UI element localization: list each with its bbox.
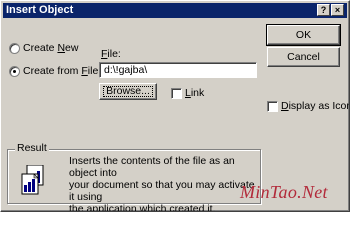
create-from-file-label[interactable]: Create from File — [23, 65, 98, 77]
ok-button[interactable]: OK — [266, 24, 341, 46]
create-from-file-radio[interactable] — [9, 66, 20, 77]
create-new-label[interactable]: Create New — [23, 42, 78, 54]
cancel-button[interactable]: Cancel — [267, 47, 340, 67]
result-group-title: Result — [15, 142, 49, 154]
embedded-document-icon — [21, 165, 44, 195]
link-label[interactable]: Link — [185, 87, 204, 99]
link-checkbox[interactable] — [171, 88, 182, 99]
dialog-title: Insert Object — [6, 4, 74, 16]
result-line: Inserts the contents of the file as an o… — [69, 155, 235, 179]
radio-selected-dot — [13, 70, 16, 73]
file-path-input[interactable]: d:\!gajba\ — [99, 62, 257, 78]
focus-rectangle — [103, 86, 153, 97]
result-line: the application which created it. — [69, 203, 216, 212]
browse-button[interactable]: Browse... — [99, 83, 157, 100]
display-as-icon-checkbox[interactable] — [267, 101, 278, 112]
insert-object-dialog: Insert Object ? × Create New Create from… — [0, 0, 350, 212]
title-bar[interactable]: Insert Object ? × — [3, 3, 347, 18]
result-line: your document so that you may activate i… — [69, 179, 255, 203]
watermark: MinTao.Net — [240, 182, 328, 202]
close-button[interactable]: × — [331, 4, 344, 16]
result-description: Inserts the contents of the file as an o… — [69, 155, 257, 212]
help-button[interactable]: ? — [317, 4, 330, 16]
file-label: File: — [101, 48, 121, 60]
create-new-radio[interactable] — [9, 43, 20, 54]
display-as-icon-label[interactable]: Display as Icon — [281, 100, 349, 112]
